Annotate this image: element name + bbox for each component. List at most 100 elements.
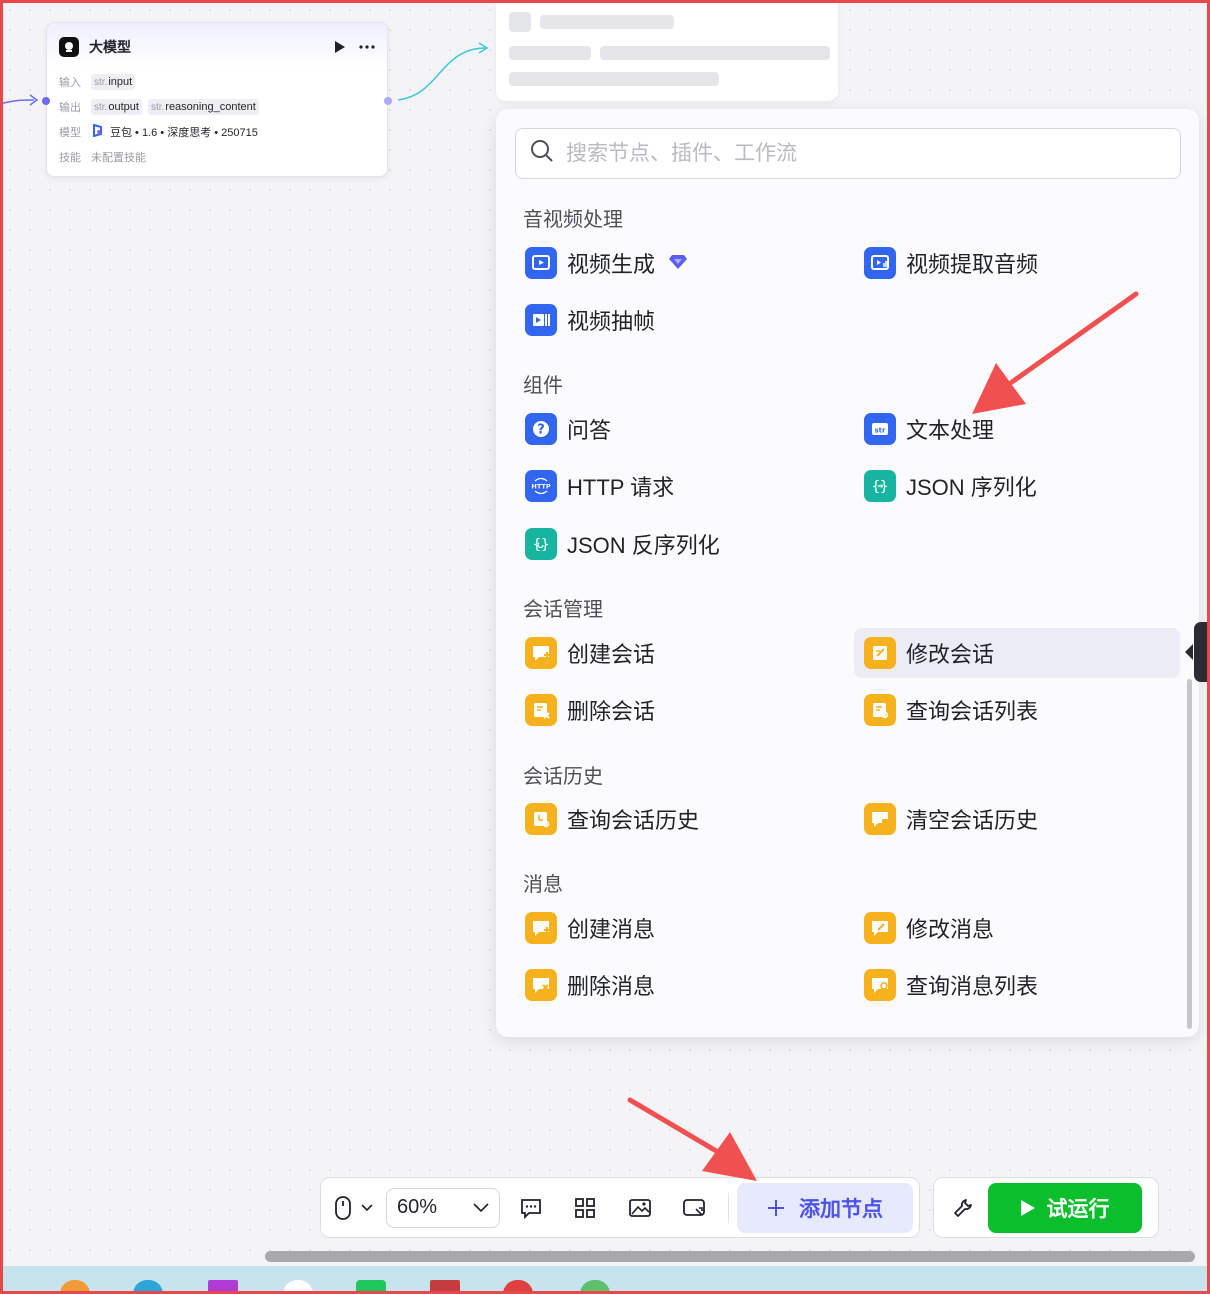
query-history-icon xyxy=(525,803,557,835)
output-tag: str.reasoning_content xyxy=(147,99,259,115)
output-label: 输出 xyxy=(59,102,81,114)
type-prefix: str. xyxy=(94,102,108,113)
output-tag: str.output xyxy=(91,99,142,115)
video-audio-icon xyxy=(864,247,896,279)
input-name: input xyxy=(108,76,133,88)
comment-icon[interactable] xyxy=(520,1197,542,1219)
node-item-edit-conversation[interactable]: 修改会话 xyxy=(854,628,1180,678)
node-item-delete-message[interactable]: 删除消息 xyxy=(515,960,841,1010)
node-item-video-generate[interactable]: 视频生成 xyxy=(515,238,841,288)
node-item-video-extract-audio[interactable]: 视频提取音频 xyxy=(854,238,1180,288)
node-item-query-history[interactable]: 查询会话历史 xyxy=(515,794,841,844)
edit-message-icon xyxy=(864,912,896,944)
http-icon: HTTP xyxy=(525,470,557,502)
item-label: 删除消息 xyxy=(567,974,656,999)
side-collapse-tab[interactable] xyxy=(1185,622,1208,682)
add-node-panel: 音视频处理 视频生成 视频提取音频 视频抽帧 组件 ? 问答 str 文本处理 … xyxy=(496,109,1199,1037)
item-label: 文本处理 xyxy=(906,418,995,443)
play-icon[interactable] xyxy=(335,41,345,53)
node-item-json-deserialize[interactable]: {} JSON 反序列化 xyxy=(515,519,841,569)
chevron-down-icon xyxy=(473,1202,489,1212)
node-item-edit-message[interactable]: 修改消息 xyxy=(854,903,1180,953)
item-label: 清空会话历史 xyxy=(906,808,1039,833)
video-generate-icon xyxy=(525,247,557,279)
item-label: 问答 xyxy=(567,418,612,443)
section-title-conversation-history: 会话历史 xyxy=(523,766,603,788)
type-prefix: str. xyxy=(94,77,108,88)
item-label: 创建消息 xyxy=(567,917,656,942)
item-label: HTTP 请求 xyxy=(567,475,675,500)
run-toolbar: 试运行 xyxy=(933,1177,1159,1238)
item-label: 创建会话 xyxy=(567,642,656,667)
model-value: 豆包 • 1.6 • 深度思考 • 250715 xyxy=(110,127,258,139)
svg-text:{}: {} xyxy=(872,479,889,495)
node-item-qa[interactable]: ? 问答 xyxy=(515,404,841,454)
node-header: 大模型 xyxy=(59,37,375,57)
skill-label: 技能 xyxy=(59,152,81,164)
add-node-label: 添加节点 xyxy=(799,1197,883,1221)
premium-diamond-icon xyxy=(669,250,688,276)
node-item-clear-history[interactable]: 清空会话历史 xyxy=(854,794,1180,844)
test-run-button[interactable]: 试运行 xyxy=(988,1182,1142,1233)
taskbar-app-icon[interactable] xyxy=(356,1280,386,1294)
item-label: 修改会话 xyxy=(906,642,995,667)
toolbar-divider xyxy=(728,1192,729,1223)
node-item-list-conversations[interactable]: 查询会话列表 xyxy=(854,685,1180,735)
item-label: 查询会话历史 xyxy=(567,808,700,833)
output-name: reasoning_content xyxy=(165,101,256,113)
doubao-logo-icon xyxy=(91,123,104,140)
output-port[interactable] xyxy=(384,97,392,105)
search-input[interactable] xyxy=(566,141,1146,166)
svg-text:?: ? xyxy=(537,423,545,438)
item-label: 删除会话 xyxy=(567,699,656,724)
wrench-icon[interactable] xyxy=(952,1197,974,1219)
node-item-http-request[interactable]: HTTP HTTP 请求 xyxy=(515,461,841,511)
node-item-json-serialize[interactable]: {} JSON 序列化 xyxy=(854,461,1180,511)
delete-conversation-icon xyxy=(525,694,557,726)
node-output-row: 输出 str.output str.reasoning_content xyxy=(59,99,265,115)
svg-text:str: str xyxy=(875,427,887,435)
node-item-video-frames[interactable]: 视频抽帧 xyxy=(515,295,841,345)
item-label: 视频提取音频 xyxy=(906,252,1039,277)
section-title-components: 组件 xyxy=(523,375,563,397)
search-icon xyxy=(530,139,554,168)
mouse-mode-icon[interactable] xyxy=(335,1195,351,1220)
edit-conversation-icon xyxy=(864,637,896,669)
node-model-row: 模型 豆包 • 1.6 • 深度思考 • 250715 xyxy=(59,123,258,140)
section-title-conversation-management: 会话管理 xyxy=(523,599,603,621)
item-label: 视频抽帧 xyxy=(567,309,656,334)
type-prefix: str. xyxy=(150,102,165,113)
node-item-list-messages[interactable]: 查询消息列表 xyxy=(854,960,1180,1010)
llm-node-card[interactable]: 大模型 输入 str.input 输出 str.output str.reaso… xyxy=(46,22,388,177)
node-skill-row: 技能 未配置技能 xyxy=(59,149,146,165)
more-icon[interactable] xyxy=(359,45,375,49)
chevron-down-icon[interactable] xyxy=(361,1203,373,1212)
search-box[interactable] xyxy=(515,128,1181,179)
list-messages-icon xyxy=(864,969,896,1001)
test-run-label: 试运行 xyxy=(1046,1197,1110,1221)
section-title-messages: 消息 xyxy=(523,874,563,896)
section-title-audio-video: 音视频处理 xyxy=(523,209,623,231)
video-frames-icon xyxy=(525,304,557,336)
minimap-icon[interactable] xyxy=(682,1197,706,1219)
taskbar-app-icon[interactable] xyxy=(430,1280,460,1294)
layout-grid-icon[interactable] xyxy=(574,1197,596,1219)
zoom-value: 60% xyxy=(397,1196,438,1218)
node-item-create-message[interactable]: 创建消息 xyxy=(515,903,841,953)
svg-text:HTTP: HTTP xyxy=(531,483,550,491)
json-deserialize-icon: {} xyxy=(525,528,557,560)
node-item-delete-conversation[interactable]: 删除会话 xyxy=(515,685,841,735)
add-node-button[interactable]: 添加节点 xyxy=(737,1182,913,1233)
llm-node-icon xyxy=(59,37,79,57)
node-item-text-process[interactable]: str 文本处理 xyxy=(854,404,1180,454)
panel-scrollbar[interactable] xyxy=(1187,679,1192,1029)
input-port[interactable] xyxy=(42,97,50,105)
horizontal-scrollbar[interactable] xyxy=(265,1251,1195,1262)
node-item-create-conversation[interactable]: 创建会话 xyxy=(515,628,841,678)
canvas-toolbar: 60% 添加节点 xyxy=(320,1177,920,1238)
image-icon[interactable] xyxy=(628,1197,652,1219)
zoom-select[interactable]: 60% xyxy=(386,1187,500,1228)
play-icon xyxy=(1020,1199,1035,1216)
taskbar-app-icon[interactable] xyxy=(208,1280,238,1294)
create-message-icon xyxy=(525,912,557,944)
